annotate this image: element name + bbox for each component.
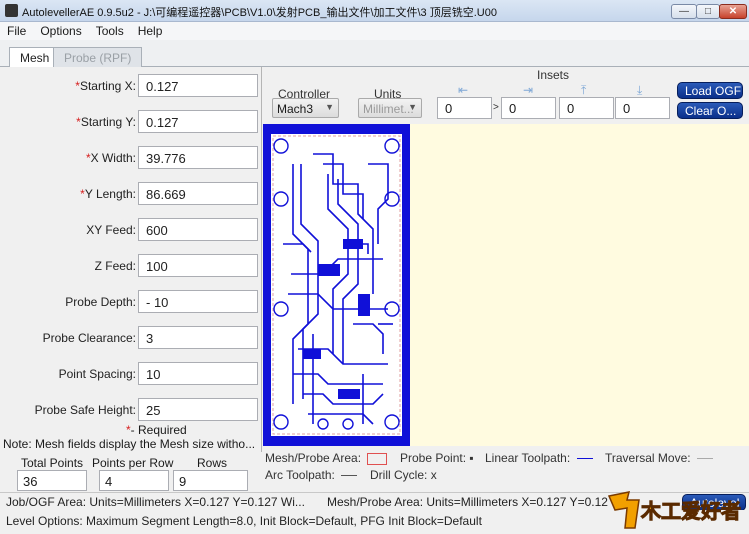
toolpath-canvas[interactable] <box>263 124 749 446</box>
menu-bar: File Options Tools Help <box>0 22 749 40</box>
controller-select[interactable]: Mach3 ▼ <box>272 98 339 118</box>
close-button[interactable]: ✕ <box>719 4 747 19</box>
xy-feed-input[interactable]: 600 <box>138 218 258 241</box>
point-spacing-input[interactable]: 10 <box>138 362 258 385</box>
units-select[interactable]: Millimet... ▼ <box>358 98 422 118</box>
legend-arc-toolpath: Arc Toolpath: <box>265 468 358 482</box>
total-points-label: Total Points <box>21 456 84 470</box>
legend-probe-point: Probe Point: ▪ <box>400 451 474 465</box>
inset-separator: > <box>493 102 499 113</box>
field-probe-depth: Probe Depth: - 10 <box>0 290 262 314</box>
points-per-row-field[interactable]: 4 <box>99 470 169 491</box>
mesh-settings-panel: *Starting X: 0.127 *Starting Y: 0.127 *X… <box>0 67 262 452</box>
inset-right-icon: ⇥ <box>523 83 534 97</box>
load-ogf-button[interactable]: Load OGF <box>677 82 743 99</box>
legend-linear-toolpath: Linear Toolpath: <box>485 451 593 465</box>
minimize-button[interactable]: — <box>671 4 697 19</box>
legend-drill-cycle: Drill Cycle: x <box>370 468 437 482</box>
x-width-label: X Width: <box>90 151 136 165</box>
menu-tools[interactable]: Tools <box>89 22 131 40</box>
inset-top-icon: ⤒ <box>581 83 587 97</box>
probe-safe-height-input[interactable]: 25 <box>138 398 258 421</box>
traversal-move-swatch <box>696 458 713 460</box>
field-x-width: *X Width: 39.776 <box>0 146 262 170</box>
legend: Mesh/Probe Area: Probe Point: ▪ Linear T… <box>263 446 749 486</box>
z-feed-input[interactable]: 100 <box>138 254 258 277</box>
clear-ogf-button[interactable]: Clear O... <box>677 102 743 119</box>
y-length-input[interactable]: 86.669 <box>138 182 258 205</box>
field-probe-safe-height: Probe Safe Height: 25 <box>0 398 262 422</box>
probe-depth-label: Probe Depth: <box>65 295 136 309</box>
inset-bottom-icon: ⤓ <box>637 83 643 97</box>
inset-left-icon: ⇤ <box>458 83 469 97</box>
starting-y-label: Starting Y: <box>80 115 136 129</box>
menu-help[interactable]: Help <box>131 22 170 40</box>
legend-mesh-probe-area: Mesh/Probe Area: <box>265 451 388 465</box>
toolbar: Controller Mach3 ▼ Units Millimet... ▼ Ins… <box>263 67 749 124</box>
inset-left-input[interactable]: 0 <box>437 97 492 119</box>
x-width-input[interactable]: 39.776 <box>138 146 258 169</box>
starting-y-input[interactable]: 0.127 <box>138 110 258 133</box>
menu-file[interactable]: File <box>0 22 33 40</box>
watermark-logo: 木工爱好者 <box>605 488 745 530</box>
points-per-row-label: Points per Row <box>92 456 174 470</box>
mesh-area-status: Mesh/Probe Area: Units=Millimeters X=0.1… <box>327 495 608 509</box>
drill-cycle-swatch: x <box>430 468 437 482</box>
probe-clearance-input[interactable]: 3 <box>138 326 258 349</box>
field-z-feed: Z Feed: 100 <box>0 254 262 278</box>
chevron-down-icon: ▼ <box>325 102 334 112</box>
grid-counts: Total Points Points per Row Rows 36 4 9 <box>0 452 262 492</box>
inset-bottom-input[interactable]: 0 <box>615 97 670 119</box>
mesh-note: Note: Mesh fields display the Mesh size … <box>3 437 256 451</box>
probe-depth-input[interactable]: - 10 <box>138 290 258 313</box>
arc-toolpath-swatch <box>341 475 358 477</box>
app-icon <box>5 4 18 17</box>
mesh-area-swatch <box>367 452 388 465</box>
field-starting-y: *Starting Y: 0.127 <box>0 110 262 134</box>
field-starting-x: *Starting X: 0.127 <box>0 74 262 98</box>
starting-x-input[interactable]: 0.127 <box>138 74 258 97</box>
field-y-length: *Y Length: 86.669 <box>0 182 262 206</box>
field-xy-feed: XY Feed: 600 <box>0 218 262 242</box>
total-points-field[interactable]: 36 <box>17 470 87 491</box>
probe-clearance-label: Probe Clearance: <box>42 331 136 345</box>
point-spacing-label: Point Spacing: <box>58 367 136 381</box>
level-options-status: Level Options: Maximum Segment Length=8.… <box>6 514 482 528</box>
inset-right-input[interactable]: 0 <box>501 97 556 119</box>
legend-traversal-move: Traversal Move: <box>605 451 713 465</box>
field-probe-clearance: Probe Clearance: 3 <box>0 326 262 350</box>
svg-text:木工爱好者: 木工爱好者 <box>640 499 741 523</box>
y-length-label: Y Length: <box>84 187 136 201</box>
required-legend: *- Required <box>126 423 187 437</box>
field-point-spacing: Point Spacing: 10 <box>0 362 262 386</box>
insets-label: Insets <box>537 68 570 82</box>
xy-feed-label: XY Feed: <box>86 223 136 237</box>
title-bar: AutolevellerAE 0.9.5u2 - J:\可编程遥控器\PCB\V… <box>0 0 749 22</box>
tab-probe-rpf[interactable]: Probe (RPF) <box>53 47 143 67</box>
probe-point-swatch: ▪ <box>469 451 474 465</box>
rows-label: Rows <box>197 456 228 470</box>
tab-strip: Mesh Probe (RPF) <box>0 40 749 68</box>
z-feed-label: Z Feed: <box>94 259 136 273</box>
inset-top-input[interactable]: 0 <box>559 97 614 119</box>
chevron-down-icon: ▼ <box>408 102 417 112</box>
menu-options[interactable]: Options <box>33 22 88 40</box>
job-area-status: Job/OGF Area: Units=Millimeters X=0.127 … <box>6 495 305 509</box>
window-title: AutolevellerAE 0.9.5u2 - J:\可编程遥控器\PCB\V… <box>22 7 497 19</box>
rows-field[interactable]: 9 <box>173 470 248 491</box>
watermark-graphic: 木工爱好者 <box>607 491 742 529</box>
starting-x-label: Starting X: <box>79 79 136 93</box>
probe-safe-height-label: Probe Safe Height: <box>34 403 136 417</box>
maximize-button[interactable]: □ <box>696 4 720 19</box>
pcb-preview <box>263 124 410 446</box>
linear-toolpath-swatch <box>576 458 593 460</box>
